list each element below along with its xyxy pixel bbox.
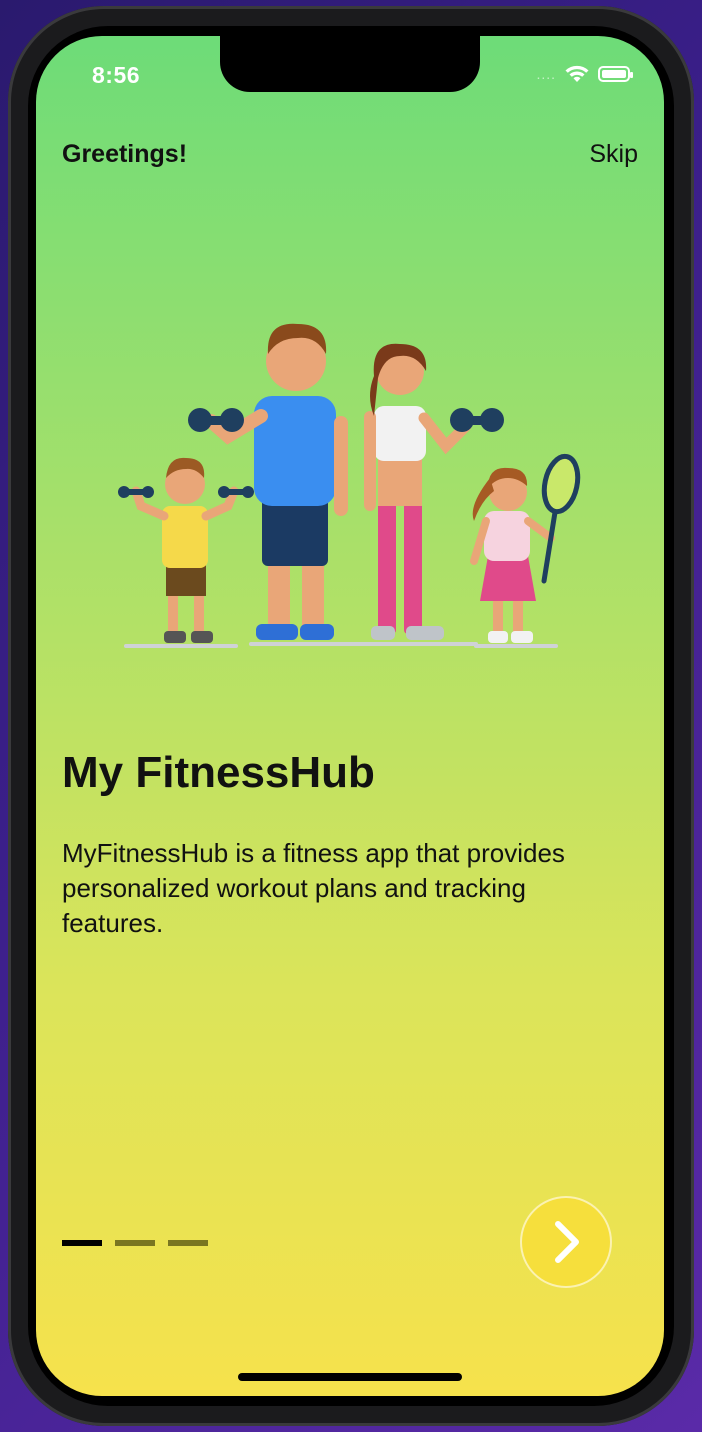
status-time: 8:56	[92, 62, 141, 88]
notch	[220, 36, 480, 92]
girl-figure	[470, 453, 581, 643]
screen: 8:56 .... Greetings! Skip My FitnessHub …	[36, 36, 664, 1396]
next-button[interactable]	[520, 1196, 612, 1288]
signal-dots: ....	[536, 66, 556, 82]
page-indicator-dash-2	[115, 1240, 155, 1246]
page-title: My FitnessHub	[62, 748, 375, 797]
page-indicator-dash-3	[168, 1240, 208, 1246]
boy-figure	[118, 457, 254, 643]
status-icons: ....	[536, 64, 633, 84]
page-indicator	[62, 1240, 208, 1246]
family-fitness-illustration	[118, 323, 581, 648]
wifi-icon	[565, 65, 589, 82]
father-figure	[188, 323, 348, 640]
chevron-right-icon	[555, 1221, 579, 1263]
ground-shadow	[124, 642, 558, 648]
page-description: MyFitnessHub is a fitness app that provi…	[62, 838, 565, 938]
home-indicator[interactable]	[238, 1373, 462, 1381]
greeting-text: Greetings!	[62, 140, 188, 168]
skip-button[interactable]: Skip	[589, 140, 638, 169]
page-indicator-dash-1	[62, 1240, 102, 1246]
battery-icon	[598, 66, 633, 82]
